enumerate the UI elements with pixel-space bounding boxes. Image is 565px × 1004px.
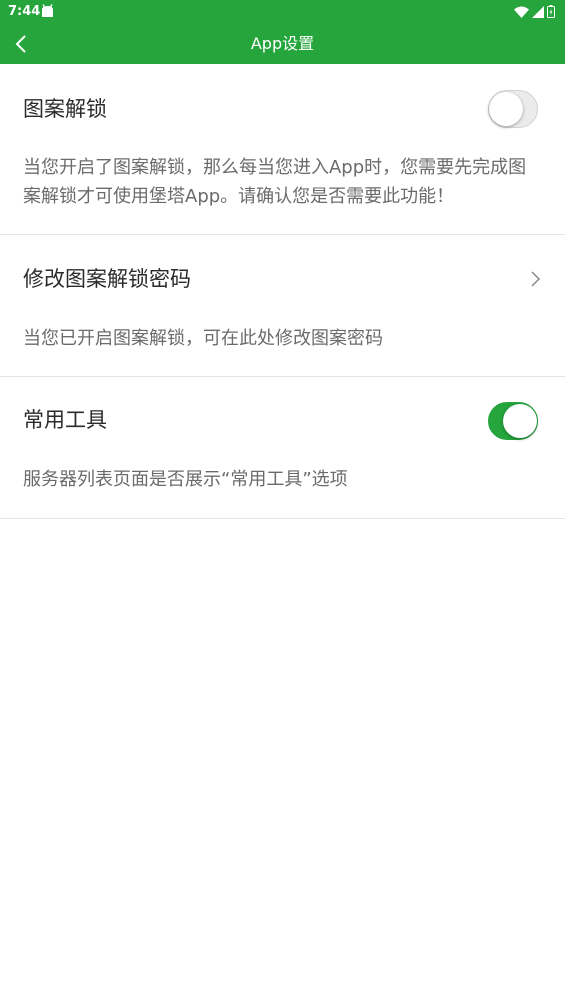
app-bar: App设置 <box>0 23 565 64</box>
page-title: App设置 <box>250 34 315 53</box>
pattern-lock-toggle[interactable] <box>488 90 538 128</box>
setting-title: 修改图案解锁密码 <box>23 267 191 291</box>
status-time: 7:44 <box>8 4 41 19</box>
setting-title: 常用工具 <box>23 408 107 432</box>
wifi-icon <box>514 6 529 18</box>
toggle-knob <box>503 404 537 438</box>
chevron-right-icon <box>531 271 541 287</box>
android-icon <box>42 4 53 17</box>
cell-signal-icon <box>532 5 544 18</box>
setting-common-tools: 常用工具 服务器列表页面是否展示“常用工具”选项 <box>0 377 565 519</box>
battery-icon <box>547 5 555 18</box>
toggle-knob <box>489 92 523 126</box>
status-icons <box>514 3 555 20</box>
setting-title: 图案解锁 <box>23 97 107 121</box>
status-bar: 7:44 <box>0 0 565 23</box>
setting-change-pattern[interactable]: 修改图案解锁密码 当您已开启图案解锁，可在此处修改图案密码 <box>0 235 565 377</box>
setting-description: 服务器列表页面是否展示“常用工具”选项 <box>23 469 348 490</box>
setting-pattern-lock: 图案解锁 当您开启了图案解锁，那么每当您进入App时，您需要先完成图案解锁才可使… <box>0 64 565 235</box>
setting-description: 当您开启了图案解锁，那么每当您进入App时，您需要先完成图案解锁才可使用堡塔Ap… <box>23 157 527 207</box>
setting-description: 当您已开启图案解锁，可在此处修改图案密码 <box>23 328 383 349</box>
common-tools-toggle[interactable] <box>488 402 538 440</box>
